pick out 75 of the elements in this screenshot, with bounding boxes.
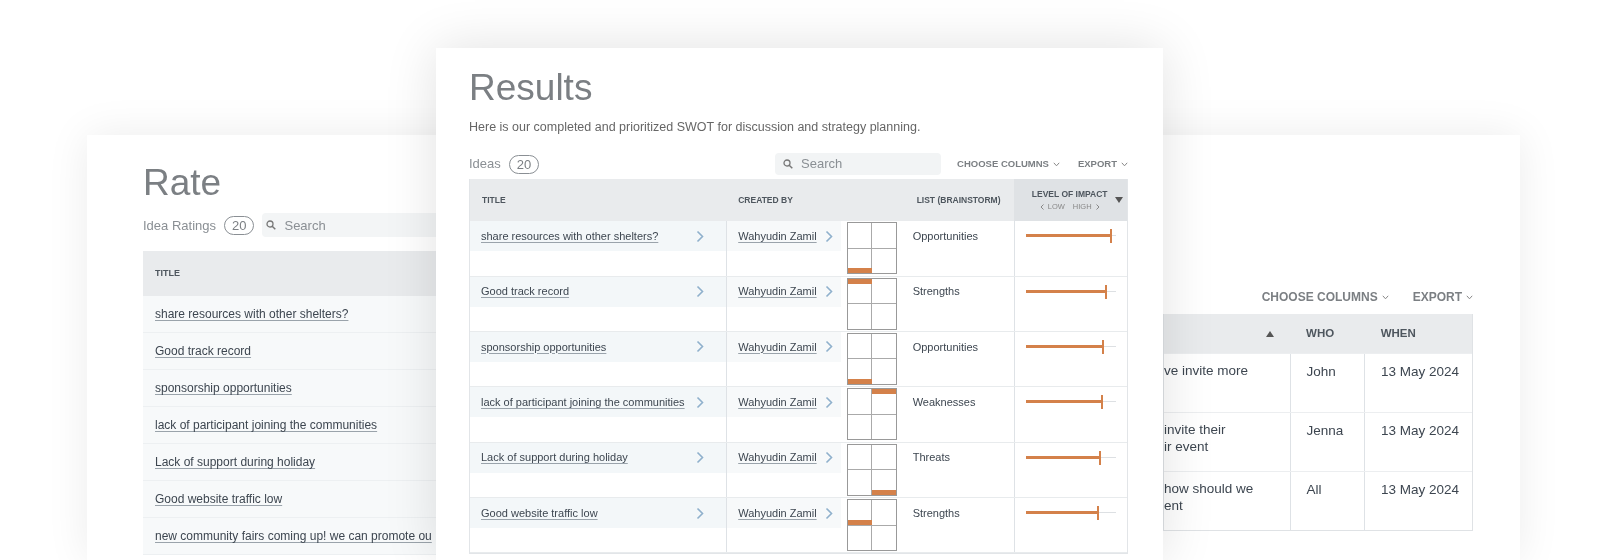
table-cell-text: Threats (912, 450, 950, 466)
table-cell-text: Strengths (912, 505, 960, 521)
impact-slider[interactable] (1026, 339, 1117, 354)
caret-down-icon[interactable] (1381, 294, 1389, 300)
chevron-right-icon[interactable] (824, 285, 833, 299)
chevron-right-icon[interactable] (824, 451, 833, 465)
quadrant-marker (847, 278, 872, 284)
chevron-right-icon[interactable] (696, 340, 705, 354)
column-header[interactable]: TITLE (151, 267, 180, 281)
slider-thumb[interactable] (1099, 450, 1102, 465)
quadrant-marker (871, 389, 896, 395)
column-header[interactable]: LIST (BRAINSTORM) (904, 179, 1015, 222)
quadrant-marker (847, 378, 872, 384)
chevron-left-icon (1039, 203, 1044, 210)
impact-slider[interactable] (1026, 284, 1117, 299)
table-cell-text: Opportunities (912, 228, 979, 244)
chevron-right-icon[interactable] (696, 395, 705, 409)
impact-slider[interactable] (1026, 229, 1117, 244)
table-cell: John (1289, 354, 1364, 412)
dropdown-button[interactable]: CHOOSE COLUMNS (1261, 288, 1389, 306)
sort-up-icon[interactable] (1266, 330, 1275, 337)
chevron-right-icon[interactable] (696, 285, 705, 299)
slider-thumb[interactable] (1097, 506, 1100, 521)
chevron-right-icon[interactable] (696, 451, 705, 465)
caret-down-icon[interactable] (1121, 161, 1128, 167)
chevron-right-icon[interactable] (824, 506, 833, 520)
slider-thumb[interactable] (1109, 229, 1112, 244)
sort-down-icon[interactable] (1115, 197, 1123, 204)
chevron-right-icon[interactable] (696, 506, 705, 520)
search-icon (266, 220, 277, 231)
column-header[interactable]: CREATED BY (726, 179, 905, 222)
column-header[interactable]: WHEN (1364, 314, 1472, 353)
table-cell: Jenna (1289, 413, 1364, 471)
caret-down-icon[interactable] (1466, 294, 1473, 300)
count-label: Ideas (469, 155, 501, 174)
page-title: Rate (143, 161, 223, 205)
impact-slider[interactable] (1026, 506, 1117, 521)
table-cell-text: ve invite more (1164, 362, 1250, 379)
table-cell-text: ir event (1164, 438, 1210, 455)
page-description: Here is our completed and prioritized SWOT for discussion and strategy planning. (469, 119, 922, 137)
table-cell: 13 May 2024 (1364, 354, 1472, 412)
column-header[interactable]: TITLE (470, 179, 727, 222)
page-title: Results (469, 66, 594, 110)
chevron-right-icon[interactable] (824, 395, 833, 409)
table-cell: All (1289, 472, 1364, 530)
column-header[interactable]: WHO (1290, 314, 1365, 353)
search-icon (783, 159, 794, 170)
table-cell: 13 May 2024 (1364, 413, 1472, 471)
count-label: Idea Ratings (143, 216, 216, 235)
slider-thumb[interactable] (1100, 395, 1103, 410)
table-cell-text: Strengths (912, 284, 960, 300)
table-cell-text: how should we (1164, 480, 1255, 497)
idea-link[interactable]: Good track record (155, 342, 252, 361)
chevron-right-icon[interactable] (696, 229, 705, 243)
caret-down-icon[interactable] (1052, 161, 1060, 167)
table-cell-text: Weaknesses (912, 395, 976, 411)
dropdown-button[interactable]: CHOOSE COLUMNS (957, 157, 1060, 172)
table-cell-text: Opportunities (912, 339, 979, 355)
dropdown-button[interactable]: EXPORT (1077, 157, 1128, 172)
table-cell-text: invite their (1164, 421, 1227, 438)
quadrant-marker (847, 268, 872, 274)
impact-slider[interactable] (1026, 450, 1117, 465)
table-cell: 13 May 2024 (1364, 472, 1472, 530)
column-header[interactable]: LEVEL OF IMPACT (1031, 188, 1108, 201)
idea-link[interactable]: Good track record (481, 283, 570, 300)
chevron-right-icon[interactable] (824, 229, 833, 243)
chevron-right-icon (1095, 203, 1100, 210)
chevron-right-icon[interactable] (824, 340, 833, 354)
table-cell-text: ent (1164, 497, 1184, 514)
impact-slider[interactable] (1026, 395, 1117, 410)
quadrant-marker (871, 489, 896, 495)
slider-thumb[interactable] (1104, 284, 1107, 299)
slider-thumb[interactable] (1101, 339, 1104, 354)
quadrant-marker (847, 520, 872, 526)
dropdown-button[interactable]: EXPORT (1412, 288, 1473, 306)
